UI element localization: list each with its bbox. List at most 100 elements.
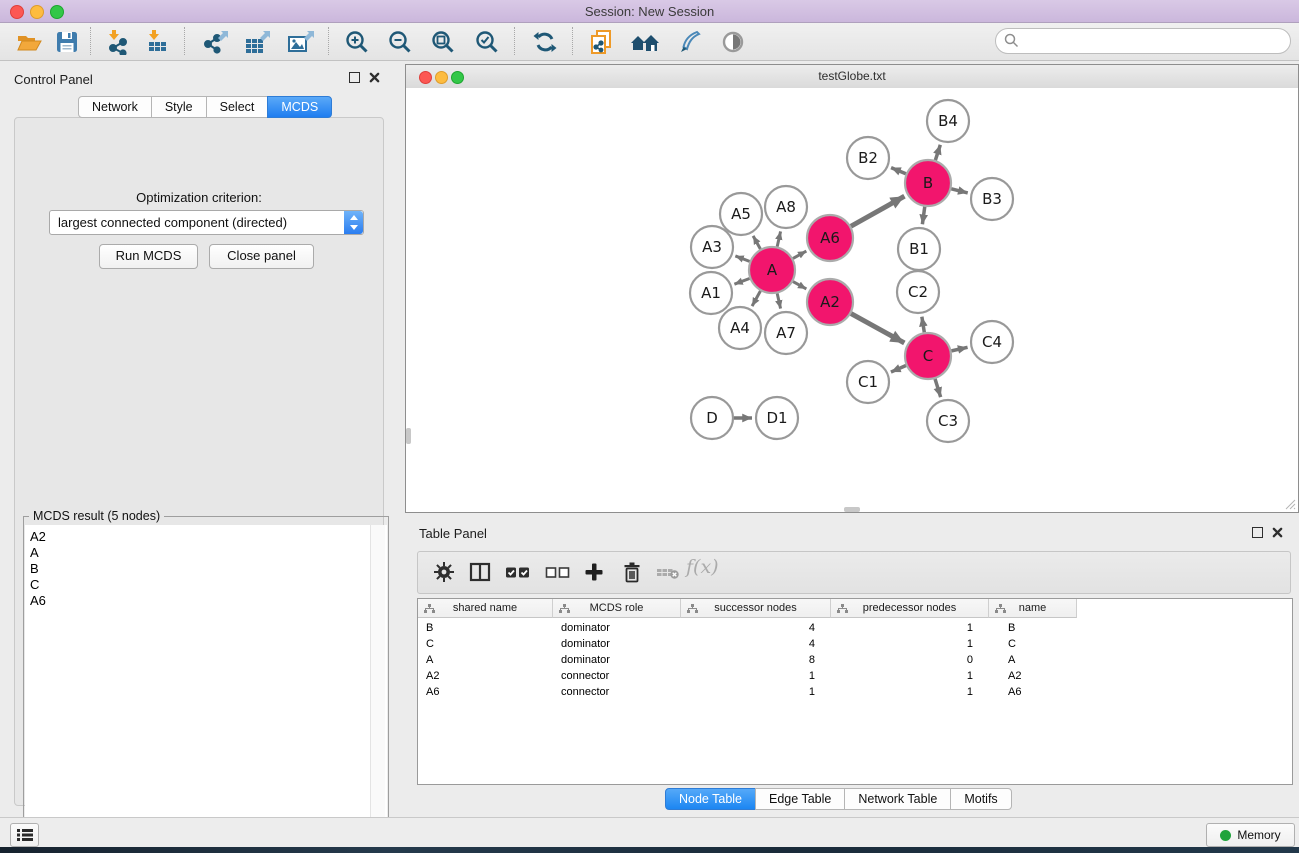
mcds-result-list[interactable]: A2ABCA6 [25,525,387,852]
column-header-successor-nodes[interactable]: successor nodes [681,599,831,618]
delete-icon[interactable] [618,559,646,585]
float-panel-icon[interactable] [349,72,360,83]
mcds-result-item[interactable]: C [25,577,387,593]
graph-node-A3[interactable]: A3 [691,226,733,268]
table-row[interactable]: Cdominator41C [418,636,1292,652]
mcds-result-item[interactable]: A2 [25,529,387,545]
edge-C-C3[interactable] [935,379,941,397]
export-image-icon[interactable] [284,26,318,58]
graph-node-A2[interactable]: A2 [807,279,853,325]
refresh-icon[interactable] [528,26,562,58]
dropdown-stepper[interactable] [344,211,363,234]
edge-A-A2[interactable] [793,282,806,289]
mcds-result-item[interactable]: A6 [25,593,387,609]
edge-A2-C[interactable] [851,314,904,343]
tab-mcds[interactable]: MCDS [267,96,332,118]
graph-node-A4[interactable]: A4 [719,307,761,349]
open-session-icon[interactable] [12,26,46,58]
resize-grip-icon[interactable] [1284,498,1296,510]
network-canvas[interactable]: B4 B2 B B3 A5A8A6 B1 A3 A A1 C2 A2 A4A7 C C4 C1 C3 D D1 [406,88,1298,512]
tab-node-table[interactable]: Node Table [665,788,756,810]
graph-node-B[interactable]: B [905,160,951,206]
add-column-icon[interactable] [580,559,608,585]
graph-node-C3[interactable]: C3 [927,400,969,442]
graph-node-A6[interactable]: A6 [807,215,853,261]
graph-node-B3[interactable]: B3 [971,178,1013,220]
import-network-icon[interactable] [100,26,134,58]
function-builder-icon[interactable]: f(x) [686,556,719,578]
edge-A-A5[interactable] [753,236,760,249]
run-mcds-button[interactable]: Run MCDS [99,244,198,269]
graph-node-B2[interactable]: B2 [847,137,889,179]
graph-node-D[interactable]: D [691,397,733,439]
graph-node-D1[interactable]: D1 [756,397,798,439]
graph-node-C1[interactable]: C1 [847,361,889,403]
split-columns-icon[interactable] [466,559,494,585]
vertical-scrollbar-thumb[interactable] [406,428,411,444]
edge-A-A6[interactable] [793,251,806,258]
select-all-icon[interactable] [502,559,534,585]
home-icon[interactable] [628,26,662,58]
graph-node-A[interactable]: A [749,247,795,293]
gear-icon[interactable] [430,559,458,585]
eye-icon[interactable] [716,26,750,58]
edge-B-B2[interactable] [891,168,906,174]
graph-node-A7[interactable]: A7 [765,312,807,354]
mcds-result-item[interactable]: A [25,545,387,561]
task-history-button[interactable] [10,823,39,847]
deselect-all-icon[interactable] [542,559,574,585]
float-panel-icon[interactable] [1252,527,1263,538]
delete-table-icon[interactable] [654,559,682,585]
close-panel-icon[interactable] [1272,527,1283,538]
graph-node-C4[interactable]: C4 [971,321,1013,363]
tab-network-table[interactable]: Network Table [844,788,951,810]
clone-network-icon[interactable] [584,26,618,58]
column-header-MCDS-role[interactable]: MCDS role [553,599,681,618]
edge-C-C1[interactable] [891,366,906,373]
tab-edge-table[interactable]: Edge Table [755,788,845,810]
graph-node-B4[interactable]: B4 [927,100,969,142]
zoom-in-icon[interactable] [340,26,374,58]
edge-A-A3[interactable] [735,256,749,261]
mcds-result-item[interactable]: B [25,561,387,577]
graph-node-C2[interactable]: C2 [897,271,939,313]
column-header-name[interactable]: name [989,599,1077,618]
search-input[interactable] [1024,31,1283,51]
zoom-fit-icon[interactable] [426,26,460,58]
tab-network[interactable]: Network [78,96,152,118]
edge-B-B4[interactable] [935,145,940,160]
column-header-shared-name[interactable]: shared name [418,599,553,618]
style-icon[interactable] [672,26,706,58]
edge-B-B1[interactable] [922,207,924,224]
tab-style[interactable]: Style [151,96,207,118]
graph-node-A8[interactable]: A8 [765,186,807,228]
graph-node-A1[interactable]: A1 [690,272,732,314]
edge-C-C4[interactable] [951,347,967,351]
edge-A-A8[interactable] [777,231,780,246]
zoom-out-icon[interactable] [383,26,417,58]
table-row[interactable]: A6connector11A6 [418,684,1292,700]
tab-motifs[interactable]: Motifs [950,788,1011,810]
column-header-predecessor-nodes[interactable]: predecessor nodes [831,599,989,618]
close-panel-icon[interactable] [369,72,380,83]
mcds-list-scrollbar[interactable] [370,525,385,852]
graph-node-B1[interactable]: B1 [898,228,940,270]
table-row[interactable]: A2connector11A2 [418,668,1292,684]
edge-A-A4[interactable] [752,291,760,306]
graph-node-A5[interactable]: A5 [720,193,762,235]
zoom-selected-icon[interactable] [470,26,504,58]
edge-B-B3[interactable] [951,189,967,193]
save-session-icon[interactable] [50,26,84,58]
tab-select[interactable]: Select [206,96,269,118]
horizontal-scrollbar-thumb[interactable] [844,507,860,512]
export-table-icon[interactable] [240,26,274,58]
memory-button[interactable]: Memory [1206,823,1295,847]
graph-node-C[interactable]: C [905,333,951,379]
import-table-icon[interactable] [140,26,174,58]
optimization-criterion-dropdown[interactable]: largest connected component (directed) [49,210,364,235]
close-panel-button[interactable]: Close panel [209,244,314,269]
table-row[interactable]: Bdominator41B [418,620,1292,636]
edge-A-A1[interactable] [734,278,749,284]
edge-C-C2[interactable] [922,317,924,333]
table-row[interactable]: Adominator80A [418,652,1292,668]
